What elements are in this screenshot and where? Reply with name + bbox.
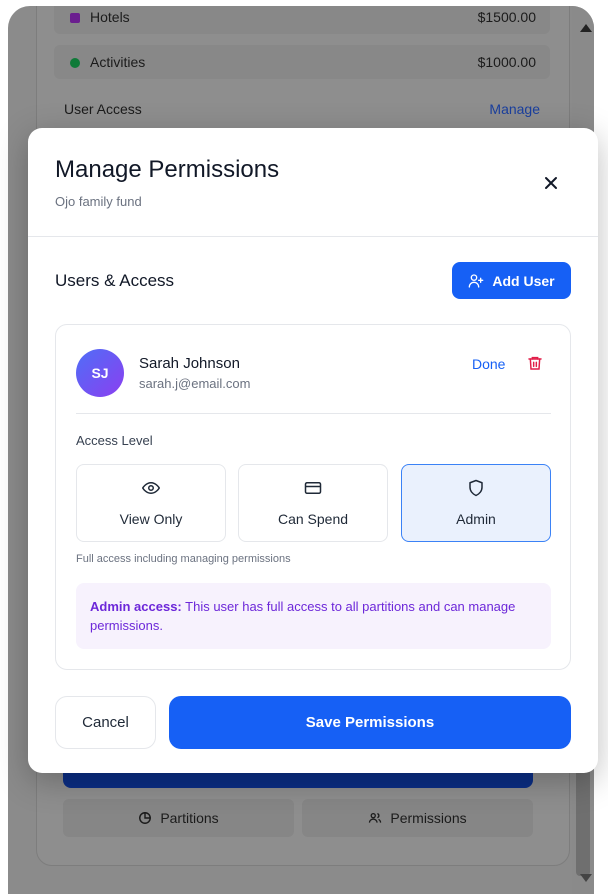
credit-card-icon bbox=[304, 482, 322, 494]
manage-link[interactable]: Manage bbox=[489, 101, 540, 117]
category-row-hotels: Hotels $1500.00 bbox=[54, 6, 550, 34]
category-label: Hotels bbox=[90, 9, 130, 25]
eye-icon bbox=[142, 481, 160, 495]
category-label: Activities bbox=[90, 54, 146, 70]
tab-label: Partitions bbox=[160, 810, 219, 826]
category-row-activities: Activities $1000.00 bbox=[54, 45, 550, 79]
modal-title: Manage Permissions bbox=[55, 156, 280, 183]
add-user-button[interactable]: Add User bbox=[452, 262, 571, 299]
access-description: Full access including managing permissio… bbox=[76, 553, 291, 565]
note-title: Admin access: bbox=[90, 599, 182, 614]
hotels-color-swatch bbox=[70, 13, 80, 23]
access-option-view-only[interactable]: View Only bbox=[76, 464, 226, 542]
cancel-button[interactable]: Cancel bbox=[55, 696, 156, 749]
user-email: sarah.j@email.com bbox=[139, 376, 251, 391]
user-plus-icon bbox=[469, 273, 484, 288]
admin-access-note: Admin access: This user has full access … bbox=[76, 583, 551, 649]
option-label: View Only bbox=[119, 511, 183, 527]
save-permissions-button[interactable]: Save Permissions bbox=[169, 696, 571, 749]
tab-label: Permissions bbox=[390, 810, 467, 826]
done-button[interactable]: Done bbox=[472, 356, 505, 372]
avatar: SJ bbox=[76, 349, 124, 397]
user-access-row: User Access Manage bbox=[64, 101, 540, 117]
close-button[interactable] bbox=[540, 172, 562, 194]
access-level-label: Access Level bbox=[76, 433, 153, 448]
user-access-label: User Access bbox=[64, 101, 142, 117]
option-label: Can Spend bbox=[277, 511, 349, 527]
access-option-can-spend[interactable]: Can Spend bbox=[238, 464, 388, 542]
header-divider bbox=[28, 236, 598, 237]
add-user-label: Add User bbox=[492, 272, 555, 289]
tab-permissions[interactable]: Permissions bbox=[302, 799, 533, 837]
category-amount: $1000.00 bbox=[477, 54, 536, 70]
shield-icon bbox=[469, 479, 483, 497]
category-amount: $1500.00 bbox=[477, 9, 536, 25]
scroll-down-arrow-icon[interactable] bbox=[580, 874, 592, 882]
access-option-admin[interactable]: Admin bbox=[401, 464, 551, 542]
option-label: Admin bbox=[456, 511, 496, 527]
tab-partitions[interactable]: Partitions bbox=[63, 799, 294, 837]
users-access-heading: Users & Access bbox=[55, 271, 175, 290]
users-icon bbox=[369, 812, 382, 823]
bottom-tabs: Partitions Permissions bbox=[63, 799, 533, 837]
activities-color-swatch bbox=[70, 58, 80, 68]
card-divider bbox=[76, 413, 551, 414]
user-name: Sarah Johnson bbox=[139, 355, 240, 372]
close-icon bbox=[545, 177, 557, 189]
pie-chart-icon bbox=[139, 812, 152, 824]
trash-icon[interactable] bbox=[527, 355, 543, 371]
user-permission-card: SJ Sarah Johnson sarah.j@email.com Done … bbox=[55, 324, 571, 670]
scroll-up-arrow-icon[interactable] bbox=[580, 24, 592, 32]
modal-subtitle: Ojo family fund bbox=[55, 194, 142, 209]
manage-permissions-modal: Manage Permissions Ojo family fund Users… bbox=[28, 128, 598, 773]
